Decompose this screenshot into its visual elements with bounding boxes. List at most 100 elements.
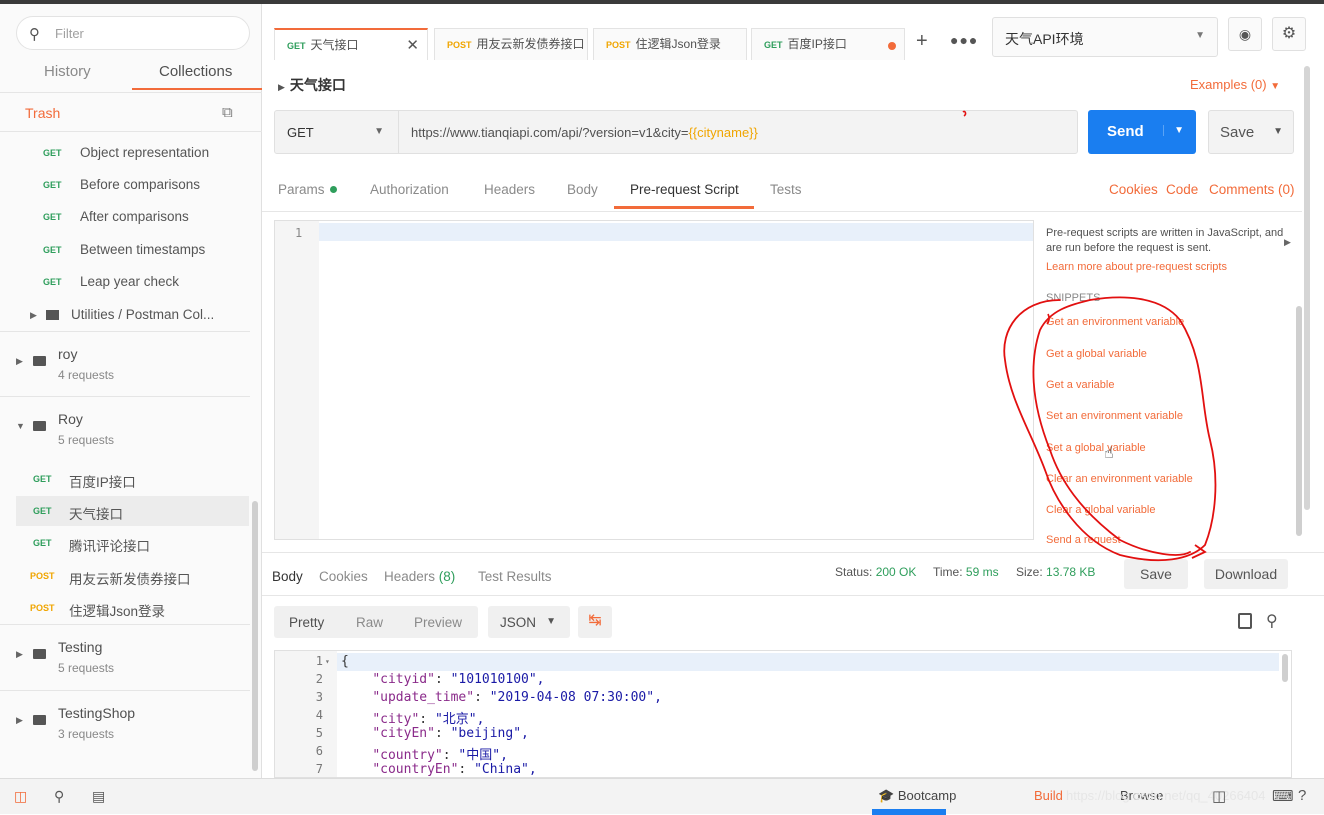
snippet-link[interactable]: Get a global variable	[1046, 348, 1147, 360]
tab-pre-request-script[interactable]: Pre-request Script	[630, 182, 739, 197]
tab-params[interactable]: Params	[278, 182, 337, 197]
tab-test-results[interactable]: Test Results	[478, 569, 552, 584]
console-icon[interactable]: ▤	[92, 788, 105, 805]
close-icon[interactable]: ✕	[406, 36, 419, 54]
copy-icon[interactable]	[1238, 613, 1252, 629]
code-link[interactable]: Code	[1166, 182, 1198, 197]
tab-response-cookies[interactable]: Cookies	[319, 569, 368, 584]
code-line: 6 "country": "中国",	[275, 744, 1291, 763]
download-button[interactable]: Download	[1204, 559, 1288, 589]
method-badge: GET	[43, 277, 62, 287]
cookies-link[interactable]: Cookies	[1109, 182, 1158, 197]
examples-dropdown[interactable]: Examples (0) ▼	[1190, 77, 1280, 92]
tab-tests[interactable]: Tests	[770, 182, 802, 197]
method-badge: GET	[43, 212, 62, 222]
tab-body[interactable]: Body	[567, 182, 598, 197]
snippet-link[interactable]: Get a variable	[1046, 379, 1114, 391]
list-item-selected[interactable]: GET 天气接口	[16, 496, 249, 526]
environment-select[interactable]: 天气API环境 ▼	[992, 17, 1218, 57]
list-item[interactable]: GET Between timestamps	[0, 235, 250, 265]
snippet-link[interactable]: Set an environment variable	[1046, 410, 1183, 422]
new-collection-icon[interactable]: ⧉	[222, 104, 233, 121]
json-key: "countryEn"	[372, 762, 459, 777]
chevron-down-icon[interactable]: ▼	[1163, 125, 1184, 136]
code-scrollbar[interactable]	[1282, 654, 1288, 682]
snippets-scrollbar[interactable]	[1296, 306, 1302, 536]
snippet-link[interactable]: Set a global variable	[1046, 442, 1146, 454]
list-item[interactable]: GET Leap year check	[0, 267, 250, 297]
collection-roy-expanded[interactable]: ▼ Roy 5 requests	[0, 396, 250, 460]
snippet-link[interactable]: Clear an environment variable	[1046, 473, 1193, 485]
save-button[interactable]: Save ▼	[1208, 110, 1294, 154]
list-item[interactable]: POST 用友云新发债券接口	[0, 561, 250, 591]
status-value: 200 OK	[875, 565, 917, 579]
main-scrollbar[interactable]	[1304, 66, 1310, 510]
request-name: 天气接口	[289, 77, 346, 93]
tab-underline	[614, 206, 754, 209]
list-item[interactable]: POST 住逻辑Json登录	[0, 593, 250, 623]
breadcrumb[interactable]: ▶ 天气接口	[278, 75, 346, 95]
tab-label: Headers	[384, 569, 436, 584]
view-pretty[interactable]: Pretty	[289, 615, 324, 630]
bootcamp-button[interactable]: 🎓 Bootcamp	[878, 788, 956, 804]
request-tabs: Params Authorization Headers Body Pre-re…	[262, 172, 1302, 212]
snippet-link[interactable]: Send a request	[1046, 534, 1121, 544]
request-label: 住逻辑Json登录	[69, 604, 166, 619]
fold-icon[interactable]: ▾	[325, 657, 330, 666]
view-preview[interactable]: Preview	[414, 615, 462, 630]
list-item[interactable]: GET 腾讯评论接口	[0, 528, 250, 558]
help-icon[interactable]: ?	[1298, 787, 1306, 804]
hand-cursor-icon: ☝	[1104, 445, 1114, 462]
method-select[interactable]: GET ▼	[275, 111, 399, 153]
script-editor[interactable]: 1	[274, 220, 1034, 540]
chevron-down-icon[interactable]: ▼	[1273, 126, 1283, 137]
keyboard-icon[interactable]: ⌨	[1272, 787, 1294, 805]
list-item[interactable]: GET Before comparisons	[0, 170, 250, 200]
trash-link[interactable]: Trash	[25, 105, 60, 121]
save-response-button[interactable]: Save	[1124, 559, 1188, 589]
collection-testing[interactable]: ▶ Testing 5 requests	[0, 624, 250, 688]
tab-response-body[interactable]: Body	[272, 569, 303, 584]
list-item[interactable]: GET After comparisons	[0, 202, 250, 232]
filter-input[interactable]: ⚲ Filter	[16, 16, 250, 50]
collection-roy[interactable]: ▶ roy 4 requests	[0, 331, 250, 395]
status-label: Status:	[835, 565, 873, 579]
more-icon[interactable]: ●●●	[950, 32, 978, 48]
format-select[interactable]: JSON ▼	[488, 606, 570, 638]
gear-icon[interactable]: ⚙	[1272, 17, 1306, 51]
find-icon[interactable]: ⚲	[54, 788, 64, 805]
snippet-link[interactable]: Get an environment variable	[1046, 316, 1184, 328]
build-tab[interactable]: Build	[1034, 788, 1063, 803]
comments-link[interactable]: Comments (0)	[1209, 182, 1295, 197]
view-raw[interactable]: Raw	[356, 615, 383, 630]
send-button[interactable]: Send ▼	[1088, 110, 1196, 154]
line-number: 4	[315, 708, 323, 722]
tab-collections[interactable]: Collections	[159, 63, 232, 80]
collection-testingshop[interactable]: ▶ TestingShop 3 requests	[0, 690, 250, 754]
code-text: {	[341, 654, 349, 669]
eye-icon[interactable]: ◉	[1228, 17, 1262, 51]
sidebar-scrollbar[interactable]	[252, 501, 258, 771]
chevron-right-icon[interactable]: ▶	[1284, 237, 1291, 248]
two-pane-icon[interactable]: ◫	[1212, 787, 1226, 805]
new-tab-button[interactable]: +	[916, 30, 928, 53]
snippet-link[interactable]: Clear a global variable	[1046, 504, 1155, 516]
tab-response-headers[interactable]: Headers (8)	[384, 569, 455, 584]
wrap-lines-icon[interactable]: ↹	[578, 606, 612, 638]
search-icon[interactable]: ⚲	[1266, 611, 1278, 631]
response-body[interactable]: 1 ▾ { 2 "cityid": "101010100", 3 "update_t…	[274, 650, 1292, 778]
learn-more-link[interactable]: Learn more about pre-request scripts	[1046, 261, 1286, 273]
request-tab[interactable]: GET 百度IP接口	[751, 28, 905, 60]
collection-count: 5 requests	[58, 433, 115, 447]
tab-history[interactable]: History	[44, 63, 91, 80]
tab-authorization[interactable]: Authorization	[370, 182, 449, 197]
request-tab[interactable]: POST 住逻辑Json登录	[593, 28, 747, 60]
request-tab-active[interactable]: GET 天气接口 ✕	[274, 28, 428, 60]
tab-headers[interactable]: Headers	[484, 182, 535, 197]
list-item[interactable]: GET Object representation	[0, 138, 250, 168]
url-input[interactable]: https://www.tianqiapi.com/api/?version=v…	[411, 125, 758, 140]
list-item[interactable]: GET 百度IP接口	[0, 464, 250, 494]
request-tab[interactable]: POST 用友云新发债券接口	[434, 28, 588, 60]
request-label: Between timestamps	[80, 242, 206, 257]
sidebar-toggle-icon[interactable]: ◫	[14, 788, 27, 805]
